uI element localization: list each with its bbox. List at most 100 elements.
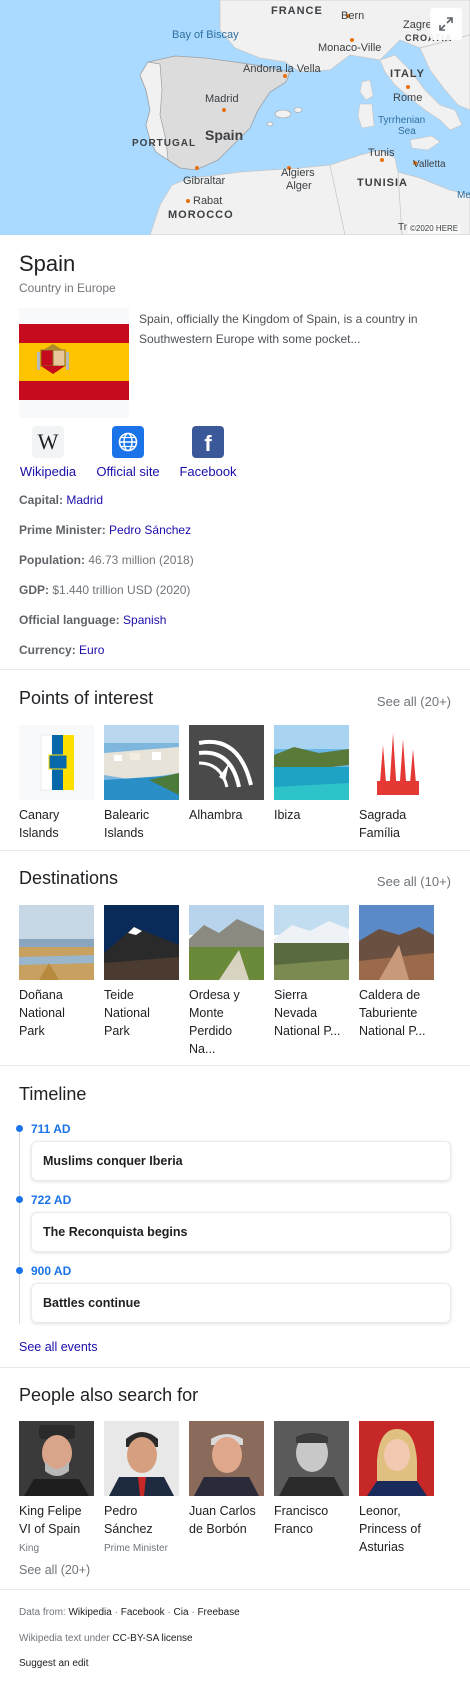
- destination-name-line: National: [104, 1006, 150, 1020]
- timeline-dot: [16, 1196, 23, 1203]
- person-name-line: Franco: [274, 1522, 313, 1536]
- person-name-line: VI of Spain: [19, 1522, 81, 1536]
- source-cia-link[interactable]: Cia: [174, 1607, 189, 1618]
- license-link[interactable]: CC-BY-SA license: [112, 1633, 192, 1644]
- currency-link[interactable]: Euro: [79, 643, 104, 657]
- poi-name-line: Ibiza: [274, 808, 301, 822]
- destination-card-ordesa[interactable]: Ordesa y Monte Perdido Na...: [189, 905, 264, 1058]
- poi-card-balearic-islands[interactable]: Balearic Islands: [104, 725, 179, 842]
- poi-thumb: [19, 725, 94, 800]
- poi-card-canary-islands[interactable]: Canary Islands: [19, 725, 94, 842]
- destination-thumb: [19, 905, 94, 980]
- poi-card-sagrada-familia[interactable]: Sagrada Família: [359, 725, 434, 842]
- person-name-line: de Borbón: [189, 1522, 247, 1536]
- timeline-date: 722 AD: [31, 1193, 72, 1207]
- poi-see-all-link[interactable]: See all (20+): [377, 694, 451, 709]
- poi-thumb: [359, 725, 434, 800]
- map-label-sea: Sea: [398, 126, 416, 137]
- entity-description: Spain, officially the Kingdom of Spain, …: [139, 312, 418, 346]
- destination-card-caldera-de-taburiente[interactable]: Caldera de Taburiente National P...: [359, 905, 434, 1040]
- map-label-madrid: Madrid: [205, 93, 239, 105]
- map-label-monaco: Monaco-Ville: [318, 42, 382, 54]
- timeline-date: 900 AD: [31, 1264, 72, 1278]
- person-name-line: King Felipe: [19, 1504, 82, 1518]
- destination-card-teide[interactable]: Teide National Park: [104, 905, 179, 1040]
- fact-prime-minister-key: Prime Minister:: [19, 523, 110, 537]
- source-wikipedia-link[interactable]: Wikipedia: [68, 1607, 111, 1618]
- timeline-line: [19, 1128, 20, 1324]
- official-site-link[interactable]: Official site: [93, 426, 163, 479]
- destination-thumb: [359, 905, 434, 980]
- license-prefix: Wikipedia text under: [19, 1633, 113, 1644]
- expand-map-button[interactable]: [430, 8, 462, 40]
- destination-card-donana[interactable]: Doñana National Park: [19, 905, 94, 1040]
- prime-minister-link[interactable]: Pedro Sánchez: [109, 523, 191, 537]
- timeline-dot: [16, 1267, 23, 1274]
- destination-card-sierra-nevada[interactable]: Sierra Nevada National P...: [274, 905, 349, 1040]
- poi-card-ibiza[interactable]: Ibiza: [274, 725, 349, 824]
- wikipedia-link[interactable]: W Wikipedia: [19, 426, 77, 479]
- destination-name-line: Doñana: [19, 988, 63, 1002]
- destination-name-line: Caldera de: [359, 988, 421, 1002]
- person-card-leonor[interactable]: Leonor, Princess of Asturias: [359, 1421, 434, 1556]
- fact-capital-key: Capital:: [19, 493, 67, 507]
- map-label-alger: Alger: [286, 180, 312, 192]
- fact-capital: Capital: Madrid: [19, 493, 103, 507]
- person-card-francisco-franco[interactable]: Francisco Franco: [274, 1421, 349, 1538]
- person-name-line: Princess of: [359, 1522, 421, 1536]
- person-card-king-felipe[interactable]: King Felipe VI of Spain King: [19, 1421, 94, 1558]
- map-label-andorra: Andorra la Vella: [243, 63, 321, 75]
- facebook-icon: f: [192, 426, 224, 458]
- person-card-juan-carlos[interactable]: Juan Carlos de Borbón: [189, 1421, 264, 1538]
- capital-link[interactable]: Madrid: [66, 493, 103, 507]
- map-label-portugal: PORTUGAL: [132, 138, 197, 149]
- entity-subtitle: Country in Europe: [19, 281, 116, 295]
- source-separator: ·: [111, 1607, 121, 1618]
- destinations-heading: Destinations: [19, 868, 119, 888]
- globe-icon: [112, 426, 144, 458]
- facebook-link[interactable]: f Facebook: [178, 426, 238, 479]
- divider: [0, 850, 470, 851]
- person-thumb: [274, 1421, 349, 1496]
- timeline-dot: [16, 1125, 23, 1132]
- timeline-event-card[interactable]: The Reconquista begins: [31, 1212, 451, 1252]
- map-label-bay-of-biscay: Bay of Biscay: [172, 29, 239, 41]
- people-see-all-link[interactable]: See all (20+): [19, 1563, 90, 1577]
- poi-name-line: Canary: [19, 808, 60, 822]
- person-description: Prime Minister: [104, 1543, 168, 1554]
- poi-card-alhambra[interactable]: Alhambra: [189, 725, 264, 824]
- fact-gdp-key: GDP:: [19, 583, 53, 597]
- map-label-tunisia: TUNISIA: [357, 177, 408, 189]
- destination-name-line: Perdido: [189, 1024, 233, 1038]
- source-freebase-link[interactable]: Freebase: [197, 1607, 239, 1618]
- person-thumb: [19, 1421, 94, 1496]
- person-name-line: Sánchez: [104, 1522, 153, 1536]
- poi-name-line: Islands: [19, 826, 59, 840]
- person-name-line: Pedro: [104, 1504, 138, 1518]
- poi-thumb: [104, 725, 179, 800]
- fact-official-language-key: Official language:: [19, 613, 124, 627]
- destination-name-line: Park: [19, 1024, 45, 1038]
- spain-flag-icon: [19, 308, 129, 418]
- person-thumb: [189, 1421, 264, 1496]
- person-thumb: [359, 1421, 434, 1496]
- map-label-spain: Spain: [205, 127, 244, 143]
- map[interactable]: FRANCE Bern Zagre CROATIA Bay of Biscay …: [0, 0, 470, 235]
- poi-thumb: [274, 725, 349, 800]
- timeline-event-card[interactable]: Battles continue: [31, 1283, 451, 1323]
- timeline-date: 711 AD: [31, 1122, 71, 1136]
- suggest-edit-link[interactable]: Suggest an edit: [19, 1658, 89, 1669]
- poi-thumb: [189, 725, 264, 800]
- destination-name-line: Nevada: [274, 1006, 318, 1020]
- timeline-event-card[interactable]: Muslims conquer Iberia: [31, 1141, 451, 1181]
- destinations-see-all-link[interactable]: See all (10+): [377, 874, 451, 889]
- flag-image[interactable]: [19, 308, 129, 418]
- map-label-rome: Rome: [393, 92, 423, 104]
- source-facebook-link[interactable]: Facebook: [121, 1607, 165, 1618]
- person-card-pedro-sanchez[interactable]: Pedro Sánchez Prime Minister: [104, 1421, 179, 1558]
- official-language-link[interactable]: Spanish: [123, 613, 166, 627]
- divider: [0, 1065, 470, 1066]
- map-label-algiers: Algiers: [281, 167, 315, 179]
- map-label-france: FRANCE: [271, 5, 323, 17]
- timeline-see-all-link[interactable]: See all events: [19, 1340, 98, 1354]
